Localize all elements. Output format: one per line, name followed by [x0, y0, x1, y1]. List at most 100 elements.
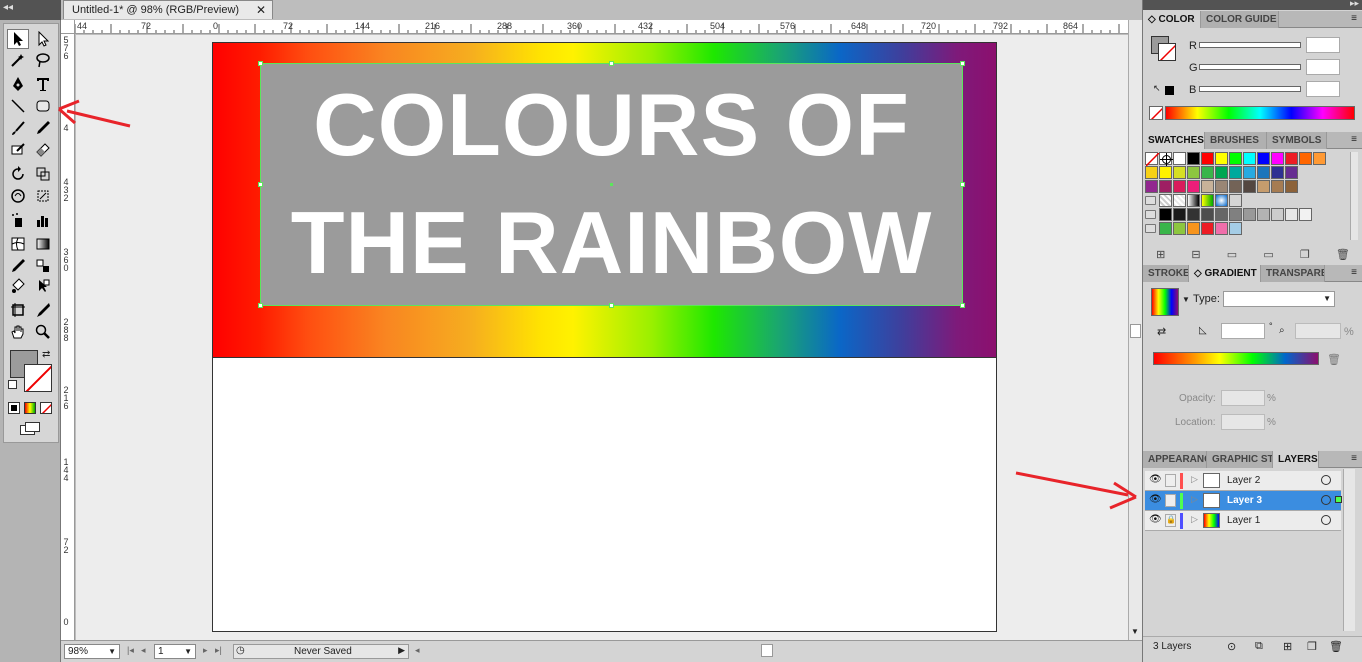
paintbrush-tool[interactable]	[7, 118, 29, 138]
swatch[interactable]	[1271, 180, 1284, 193]
swatch[interactable]	[1229, 152, 1242, 165]
first-artboard-icon[interactable]: |◂	[127, 645, 134, 656]
scroll-down-icon[interactable]: ▼	[1131, 627, 1139, 636]
locate-object-icon[interactable]: ⊙	[1227, 640, 1236, 653]
swatch[interactable]	[1215, 180, 1228, 193]
swatch[interactable]	[1187, 152, 1200, 165]
panel-menu-icon[interactable]: ≡	[1351, 13, 1357, 24]
horizontal-scroll-thumb[interactable]	[761, 644, 773, 657]
magic-wand-tool[interactable]	[7, 50, 29, 70]
expand-arrow-icon[interactable]: ▷	[1191, 494, 1198, 505]
new-swatch-icon[interactable]: ❐	[1300, 248, 1310, 261]
pattern-swatch[interactable]	[1173, 194, 1186, 207]
gradient-tool[interactable]	[32, 234, 54, 254]
type-tool[interactable]	[32, 74, 54, 94]
warp-tool[interactable]	[7, 186, 29, 206]
gradient-slider[interactable]	[1153, 352, 1319, 365]
next-artboard-icon[interactable]: ▸	[203, 645, 208, 656]
close-tab-icon[interactable]: ✕	[256, 3, 266, 17]
swatch[interactable]	[1257, 152, 1270, 165]
make-clipping-mask-icon[interactable]: ⧉	[1255, 640, 1263, 653]
tab-symbols[interactable]: SYMBOLS	[1267, 132, 1327, 149]
gradient-thumbnail[interactable]	[1151, 288, 1179, 316]
visibility-eye-icon[interactable]: 👁	[1149, 474, 1162, 485]
document-tab[interactable]: Untitled-1* @ 98% (RGB/Preview) ✕	[63, 0, 273, 19]
rectangle-tool[interactable]	[32, 96, 54, 116]
color-group-folder-icon[interactable]	[1145, 196, 1156, 205]
tab-appearance[interactable]: APPEARANCE	[1143, 451, 1207, 468]
swatch[interactable]	[1313, 152, 1326, 165]
tab-stroke[interactable]: STROKE	[1143, 265, 1189, 282]
tab-layers[interactable]: LAYERS	[1273, 451, 1319, 468]
green-value-input[interactable]	[1306, 59, 1340, 75]
tab-gradient[interactable]: ◇ GRADIENT	[1189, 265, 1261, 282]
selection-handle[interactable]	[960, 303, 965, 308]
scroll-left-icon[interactable]: ◂	[415, 645, 420, 656]
rainbow-gradient-rectangle[interactable]: COLOURS OF THE RAINBOW	[213, 43, 996, 358]
swatch[interactable]	[1201, 166, 1214, 179]
tab-brushes[interactable]: BRUSHES	[1205, 132, 1267, 149]
stroke-color-icon[interactable]	[1158, 43, 1176, 61]
blend-tool[interactable]	[32, 256, 54, 276]
swatch[interactable]	[1187, 208, 1200, 221]
mesh-tool[interactable]	[7, 234, 29, 254]
new-color-group-icon[interactable]: ▭	[1263, 248, 1273, 261]
swatches-scrollbar[interactable]	[1350, 152, 1358, 240]
selection-handle[interactable]	[960, 182, 965, 187]
live-paint-bucket-tool[interactable]	[7, 276, 29, 296]
artboard-select[interactable]: 1 ▼	[154, 644, 196, 659]
red-value-input[interactable]	[1306, 37, 1340, 53]
swatch[interactable]	[1243, 152, 1256, 165]
panel-menu-icon[interactable]: ≡	[1351, 134, 1357, 145]
swatch[interactable]	[1201, 222, 1214, 235]
canvas[interactable]: COLOURS OF THE RAINBOW	[76, 35, 1128, 640]
swatch[interactable]	[1201, 180, 1214, 193]
live-paint-selection-tool[interactable]	[32, 276, 54, 296]
black-swatch[interactable]	[1165, 86, 1174, 95]
tab-transparency[interactable]: TRANSPARENCY	[1261, 265, 1325, 282]
selection-handle[interactable]	[609, 61, 614, 66]
swatch[interactable]	[1215, 166, 1228, 179]
selection-handle[interactable]	[609, 303, 614, 308]
swap-fill-stroke-icon[interactable]: ⇄	[42, 349, 50, 360]
swatch[interactable]	[1173, 180, 1186, 193]
delete-stop-icon[interactable]: 🗑	[1327, 353, 1341, 366]
reverse-gradient-icon[interactable]: ⇄	[1157, 325, 1166, 338]
lasso-tool[interactable]	[32, 50, 54, 70]
location-input[interactable]	[1221, 414, 1265, 430]
gray-text-box[interactable]: COLOURS OF THE RAINBOW	[258, 61, 965, 308]
swatch[interactable]	[1243, 208, 1256, 221]
selection-handle[interactable]	[258, 303, 263, 308]
horizontal-ruler[interactable]: 44 72 0 72 144 216 288 360 432 504 576 6…	[75, 20, 1128, 34]
headline-line-1[interactable]: COLOURS OF	[261, 74, 962, 176]
gradient-mode-icon[interactable]	[24, 402, 36, 414]
swatch[interactable]	[1299, 152, 1312, 165]
aspect-ratio-input[interactable]	[1295, 323, 1341, 339]
swatch[interactable]	[1187, 222, 1200, 235]
none-color-icon[interactable]	[1149, 106, 1163, 120]
visibility-eye-icon[interactable]: 👁	[1149, 514, 1162, 525]
swatch[interactable]	[1201, 208, 1214, 221]
zoom-select[interactable]: 98% ▼	[64, 644, 120, 659]
swatch-libraries-icon[interactable]: ⊞	[1156, 248, 1165, 261]
target-icon[interactable]	[1321, 495, 1331, 505]
swatch[interactable]	[1173, 166, 1186, 179]
swatch[interactable]	[1285, 166, 1298, 179]
new-layer-icon[interactable]: ❐	[1307, 640, 1317, 653]
pattern-swatch[interactable]	[1201, 194, 1214, 207]
layer-row[interactable]: 👁 ▷ Layer 3	[1145, 491, 1342, 511]
swatch[interactable]	[1271, 208, 1284, 221]
swatch[interactable]	[1159, 208, 1172, 221]
swatch[interactable]	[1271, 166, 1284, 179]
swatch[interactable]	[1257, 180, 1270, 193]
pattern-swatch[interactable]	[1215, 194, 1228, 207]
tools-panel-grip[interactable]: ◂◂	[0, 0, 61, 20]
delete-swatch-icon[interactable]: 🗑	[1336, 248, 1350, 261]
scale-tool[interactable]	[32, 164, 54, 184]
swatch[interactable]	[1271, 152, 1284, 165]
swatch[interactable]	[1215, 152, 1228, 165]
pencil-tool[interactable]	[32, 118, 54, 138]
swatch[interactable]	[1257, 208, 1270, 221]
panel-menu-icon[interactable]: ≡	[1351, 453, 1357, 464]
gradient-type-select[interactable]: ▼	[1223, 291, 1335, 307]
